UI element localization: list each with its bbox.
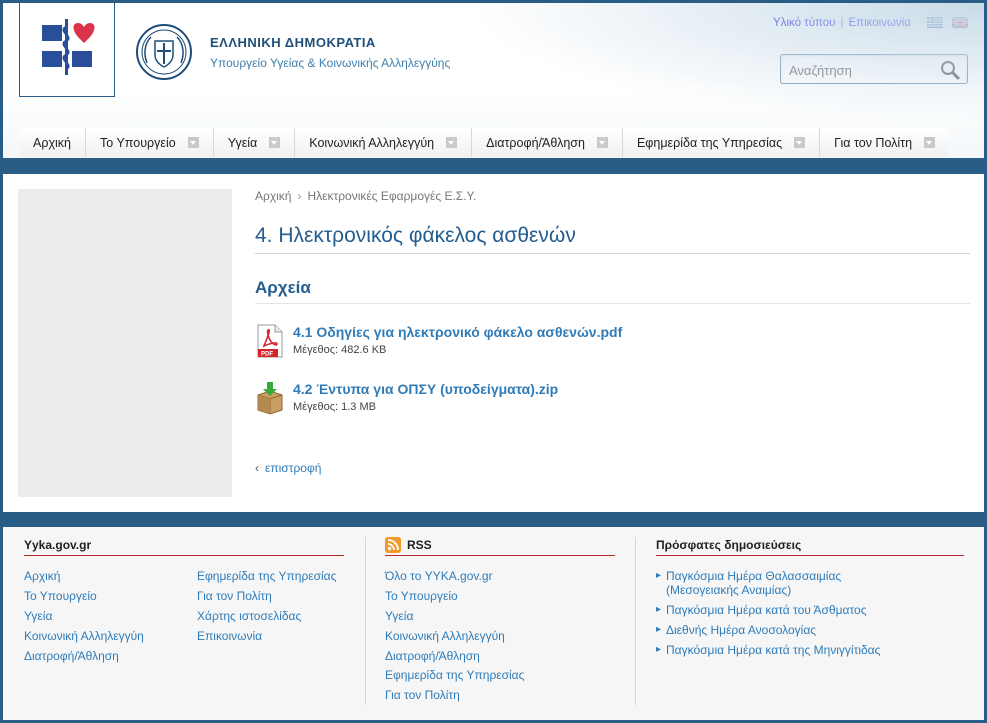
recent-post-link[interactable]: Παγκόσμια Ημέρα Θαλασσαιμίας (Μεσογειακή… <box>656 569 916 597</box>
link-separator: | <box>840 17 844 29</box>
dropdown-arrow-icon <box>187 137 199 148</box>
footer-link[interactable]: Το Υπουργείο <box>24 589 97 603</box>
footer-recent-title: Πρόσφατες δημοσιεύσεις <box>656 538 802 552</box>
rss-link[interactable]: Εφημερίδα της Υπηρεσίας <box>385 668 524 682</box>
svg-text:PDF: PDF <box>261 352 273 358</box>
footer-heading-rule <box>656 555 964 556</box>
nav-item-health[interactable]: Υγεία <box>213 128 296 157</box>
contact-link[interactable]: Επικοινωνία <box>848 17 910 29</box>
nav-item-citizen[interactable]: Για τον Πολίτη <box>820 128 950 157</box>
title-divider <box>255 253 970 254</box>
breadcrumb: Αρχική › Ηλεκτρονικές Εφαρμογές Ε.Σ.Υ. <box>255 189 476 203</box>
rss-link[interactable]: Διατροφή/Άθληση <box>385 649 480 663</box>
search-icon[interactable] <box>939 59 961 81</box>
pdf-file-icon: PDF <box>257 324 283 358</box>
footer-column-divider <box>635 537 636 705</box>
footer-link[interactable]: Αρχική <box>24 569 60 583</box>
rss-link[interactable]: Κοινωνική Αλληλεγγύη <box>385 629 505 643</box>
ministry-logo[interactable] <box>19 3 115 97</box>
back-label: επιστροφή <box>265 461 322 475</box>
footer-link[interactable]: Διατροφή/Άθληση <box>24 649 119 663</box>
site-header: ΕΛΛΗΝΙΚΗ ΔΗΜΟΚΡΑΤΙΑ Υπουργείο Υγείας & Κ… <box>3 3 984 158</box>
back-link[interactable]: ‹ επιστροφή <box>255 461 321 475</box>
search-box <box>780 54 968 84</box>
search-input[interactable] <box>789 61 929 79</box>
breadcrumb-home[interactable]: Αρχική <box>255 189 291 203</box>
footer-column-divider <box>365 537 366 705</box>
recent-post-link[interactable]: Παγκόσμια Ημέρα κατά του Άσθματος <box>656 603 916 617</box>
dropdown-arrow-icon <box>596 137 608 148</box>
main-navigation: Αρχική Το Υπουργείο Υγεία Κοινωνική Αλλη… <box>19 128 950 157</box>
nav-item-gazette[interactable]: Εφημερίδα της Υπηρεσίας <box>622 128 821 157</box>
nav-label: Κοινωνική Αλληλεγγύη <box>309 135 435 150</box>
nav-label: Εφημερίδα της Υπηρεσίας <box>636 135 783 150</box>
footer-site-title: Yyka.gov.gr <box>24 538 92 552</box>
recent-post-link[interactable]: Παγκόσμια Ημέρα κατά της Μηνιγγίτιδας <box>656 643 916 657</box>
file-size: Μέγεθος: 482.6 KB <box>293 344 387 356</box>
main-content: Αρχική › Ηλεκτρονικές Εφαρμογές Ε.Σ.Υ. 4. … <box>3 174 984 512</box>
file-download-link[interactable]: 4.2 Έντυπα για ΟΠΣΥ (υποδείγματα).zip <box>293 381 558 397</box>
nav-label: Υγεία <box>227 135 258 150</box>
nav-item-ministry[interactable]: Το Υπουργείο <box>86 128 214 157</box>
dropdown-arrow-icon <box>794 137 806 148</box>
dropdown-arrow-icon <box>446 137 458 148</box>
footer-link[interactable]: Κοινωνική Αλληλεγγύη <box>24 629 144 643</box>
greek-flag-icon[interactable] <box>927 17 943 28</box>
dropdown-arrow-icon <box>269 137 281 148</box>
nav-label: Για τον Πολίτη <box>834 135 913 150</box>
footer-rss-title: RSS <box>407 538 432 552</box>
nav-item-home[interactable]: Αρχική <box>19 128 86 157</box>
press-material-link[interactable]: Υλικό τύπου <box>773 17 835 29</box>
footer-heading-rule <box>385 555 615 556</box>
nav-label: Διατροφή/Άθληση <box>486 135 585 150</box>
greek-seal-logo <box>135 23 193 81</box>
footer-link[interactable]: Εφημερίδα της Υπηρεσίας <box>197 569 336 583</box>
breadcrumb-chevron-icon: › <box>297 189 302 203</box>
section-divider <box>255 303 970 304</box>
rss-link[interactable]: Υγεία <box>385 609 413 623</box>
chevron-left-icon: ‹ <box>255 461 259 475</box>
nav-item-social-solidarity[interactable]: Κοινωνική Αλληλεγγύη <box>295 128 473 157</box>
rss-link[interactable]: Όλο το YYKA.gov.gr <box>385 569 493 583</box>
rss-link[interactable]: Για τον Πολίτη <box>385 688 460 702</box>
nav-label: Το Υπουργείο <box>100 135 176 150</box>
page-title: 4. Ηλεκτρονικός φάκελος ασθενών <box>255 224 576 247</box>
nav-item-nutrition[interactable]: Διατροφή/Άθληση <box>472 128 623 157</box>
site-footer: Yyka.gov.gr Αρχική Το Υπουργείο Υγεία Κο… <box>3 527 984 720</box>
footer-link[interactable]: Υγεία <box>24 609 52 623</box>
ministry-subtitle: Υπουργείο Υγείας & Κοινωνικής Αλληλεγγύη… <box>210 56 451 70</box>
uk-flag-icon[interactable] <box>952 17 968 28</box>
footer-link[interactable]: Χάρτης ιστοσελίδας <box>197 609 301 623</box>
footer-link[interactable]: Επικοινωνία <box>197 629 262 643</box>
file-download-link[interactable]: 4.1 Οδηγίες για ηλεκτρονικό φάκελο ασθεν… <box>293 324 622 340</box>
footer-link[interactable]: Για τον Πολίτη <box>197 589 272 603</box>
files-section-title: Αρχεία <box>255 278 311 297</box>
government-title: ΕΛΛΗΝΙΚΗ ΔΗΜΟΚΡΑΤΙΑ <box>210 35 376 50</box>
nav-label: Αρχική <box>33 135 71 150</box>
rss-icon[interactable] <box>385 537 401 553</box>
zip-archive-icon <box>257 382 283 415</box>
rss-link[interactable]: Το Υπουργείο <box>385 589 458 603</box>
breadcrumb-current: Ηλεκτρονικές Εφαρμογές Ε.Σ.Υ. <box>307 189 477 203</box>
file-size: Μέγεθος: 1.3 MB <box>293 401 376 413</box>
dropdown-arrow-icon <box>924 137 936 148</box>
top-links: Υλικό τύπου | Επικοινωνία <box>773 17 911 29</box>
footer-heading-rule <box>24 555 344 556</box>
recent-post-link[interactable]: Διεθνής Ημέρα Ανοσολογίας <box>656 623 916 637</box>
left-sidebar <box>18 189 232 497</box>
